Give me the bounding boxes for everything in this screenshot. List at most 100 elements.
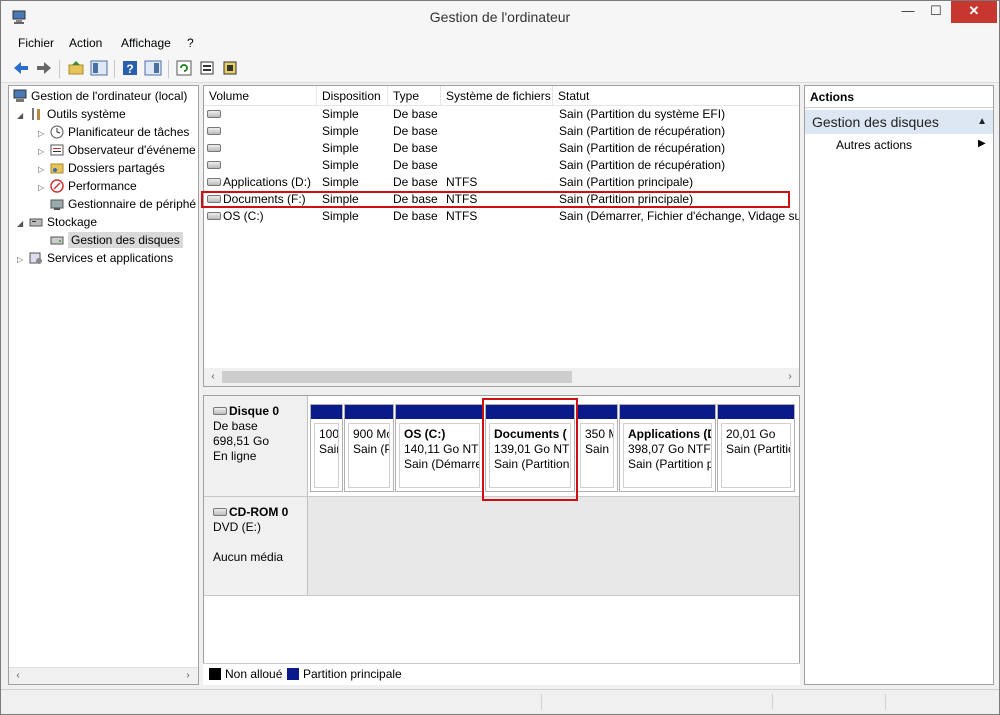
- tree-item-storage[interactable]: ◢ Stockage: [17, 213, 97, 231]
- legend-item: Partition principale: [287, 667, 402, 681]
- volume-icon: [207, 178, 221, 186]
- volume-icon: [207, 127, 221, 135]
- console-tree: Gestion de l'ordinateur (local) ◢ Outils …: [8, 85, 199, 685]
- close-button[interactable]: ✕: [951, 1, 997, 23]
- partition-recovery-1[interactable]: 900 Mo Sain (P: [344, 404, 394, 492]
- unallocated-swatch: [209, 668, 221, 680]
- tree-horizontal-scrollbar[interactable]: ‹ ›: [9, 667, 198, 684]
- partition-type-bar: [311, 405, 342, 419]
- partition-efi[interactable]: 100 Sain: [310, 404, 343, 492]
- selected-row-highlight: [201, 191, 790, 208]
- tree-item-shared-folders[interactable]: ▷ Dossiers partagés: [38, 159, 165, 177]
- disk-settings-icon[interactable]: [221, 59, 239, 77]
- show-hide-console-tree-icon[interactable]: [90, 59, 108, 77]
- collapse-up-icon[interactable]: ▲: [977, 110, 987, 134]
- toolbar-separator: [114, 60, 115, 78]
- scroll-left-arrow-icon[interactable]: ‹: [11, 669, 25, 683]
- tree-item-services-applications[interactable]: ▷ Services et applications: [17, 249, 173, 267]
- partition-type-bar: [577, 405, 617, 419]
- refresh-icon[interactable]: [175, 59, 193, 77]
- status-bar-divider: [885, 694, 886, 710]
- column-header-layout[interactable]: Disposition: [317, 86, 388, 106]
- menu-help[interactable]: ?: [187, 36, 194, 50]
- maximize-button[interactable]: ☐: [922, 1, 950, 23]
- column-header-status[interactable]: Statut: [553, 86, 799, 106]
- volume-icon: [207, 144, 221, 152]
- disk0-label[interactable]: Disque 0 De base 698,51 Go En ligne: [204, 396, 308, 496]
- actions-pane: Actions Gestion des disques ▲ Autres act…: [804, 85, 994, 685]
- shared-folder-icon: [50, 163, 64, 174]
- collapsed-arrow-icon[interactable]: ▷: [38, 179, 50, 197]
- tree-item-task-scheduler[interactable]: ▷ Planificateur de tâches: [38, 123, 189, 141]
- legend-item: Non alloué: [209, 667, 282, 681]
- partition-recovery-3[interactable]: 20,01 Go Sain (Partitic: [717, 404, 795, 492]
- table-row[interactable]: Simple De base Sain (Partition de récupé…: [204, 123, 799, 140]
- cdrom0-label[interactable]: CD-ROM 0 DVD (E:) Aucun média: [204, 497, 308, 595]
- collapsed-arrow-icon[interactable]: ▷: [17, 251, 29, 269]
- menu-affichage[interactable]: Affichage: [121, 36, 171, 50]
- cdrom-row: CD-ROM 0 DVD (E:) Aucun média: [204, 496, 799, 596]
- tree-item-root[interactable]: Gestion de l'ordinateur (local): [13, 87, 187, 105]
- tools-icon: [32, 108, 40, 120]
- tree-item-disk-management[interactable]: Gestion des disques: [50, 231, 183, 249]
- partition-type-bar: [345, 405, 393, 419]
- primary-partition-swatch: [287, 668, 299, 680]
- partition-type-bar: [718, 405, 794, 419]
- actions-section-disk-management[interactable]: Gestion des disques ▲: [805, 110, 993, 134]
- column-header-filesystem[interactable]: Système de fichiers: [441, 86, 553, 106]
- expanded-arrow-icon[interactable]: ◢: [17, 215, 29, 233]
- partition-os-c[interactable]: OS (C:) 140,11 Go NTFS Sain (Démarre: [395, 404, 484, 492]
- table-row[interactable]: Simple De base Sain (Partition de récupé…: [204, 157, 799, 174]
- column-header-volume[interactable]: Volume: [204, 86, 317, 106]
- scroll-right-arrow-icon[interactable]: ›: [181, 669, 195, 683]
- window-title: Gestion de l'ordinateur: [429, 9, 571, 25]
- scrollbar-thumb[interactable]: [222, 371, 572, 383]
- table-row[interactable]: Simple De base Sain (Partition de récupé…: [204, 140, 799, 157]
- volume-list-horizontal-scrollbar[interactable]: ‹ ›: [204, 368, 799, 386]
- tree-item-performance[interactable]: ▷ Performance: [38, 177, 137, 195]
- menu-bar: Fichier Action Affichage ?: [1, 33, 999, 55]
- volume-icon: [207, 161, 221, 169]
- partition-type-bar: [396, 405, 483, 419]
- tree-item-event-viewer[interactable]: ▷ Observateur d'événeme: [38, 141, 196, 159]
- partition-recovery-2[interactable]: 350 M Sain (: [576, 404, 618, 492]
- selected-partition-highlight: [482, 398, 578, 501]
- volume-list-header: Volume Disposition Type Système de fichi…: [204, 86, 799, 106]
- svg-text:?: ?: [126, 62, 133, 76]
- volume-icon: [207, 212, 221, 220]
- table-row[interactable]: Simple De base Sain (Partition du systèm…: [204, 106, 799, 123]
- status-bar: [1, 689, 999, 714]
- expanded-arrow-icon[interactable]: ◢: [17, 107, 29, 125]
- scroll-right-arrow-icon[interactable]: ›: [783, 370, 797, 384]
- legend: Non alloué Partition principale: [203, 663, 800, 685]
- tree-item-system-tools[interactable]: ◢ Outils système: [17, 105, 126, 123]
- more-actions-item[interactable]: Autres actions ▶: [836, 138, 986, 152]
- minimize-button[interactable]: —: [894, 1, 922, 23]
- up-folder-icon[interactable]: [67, 59, 85, 77]
- help-icon[interactable]: ?: [121, 59, 139, 77]
- volume-list: Volume Disposition Type Système de fichi…: [203, 85, 800, 387]
- volume-icon: [207, 110, 221, 118]
- actions-header: Actions: [805, 86, 993, 108]
- tree-item-device-manager[interactable]: Gestionnaire de périphé: [50, 195, 196, 213]
- properties-icon[interactable]: [198, 59, 216, 77]
- partition-applications[interactable]: Applications (D 398,07 Go NTFS Sain (Par…: [619, 404, 716, 492]
- status-bar-divider: [541, 694, 542, 710]
- device-manager-icon: [50, 199, 64, 210]
- table-row[interactable]: OS (C:) Simple De base NTFS Sain (Démarr…: [204, 208, 799, 225]
- toolbar: ?: [1, 55, 999, 83]
- services-icon: [29, 252, 42, 264]
- back-arrow-icon[interactable]: [12, 59, 30, 77]
- menu-fichier[interactable]: Fichier: [18, 36, 54, 50]
- forward-arrow-icon[interactable]: [35, 59, 53, 77]
- table-row[interactable]: Applications (D:) Simple De base NTFS Sa…: [204, 174, 799, 191]
- disk-management-icon: [50, 236, 64, 245]
- show-hide-action-pane-icon[interactable]: [144, 59, 162, 77]
- title-bar: Gestion de l'ordinateur — ☐ ✕: [1, 1, 999, 33]
- event-viewer-icon: [50, 144, 64, 156]
- column-header-type[interactable]: Type: [388, 86, 441, 106]
- clock-icon: [50, 125, 64, 139]
- computer-management-icon: [13, 89, 27, 102]
- scroll-left-arrow-icon[interactable]: ‹: [206, 370, 220, 384]
- menu-action[interactable]: Action: [69, 36, 102, 50]
